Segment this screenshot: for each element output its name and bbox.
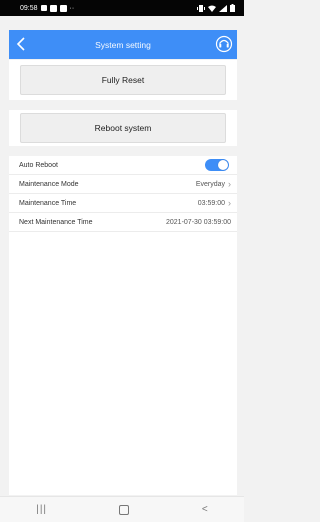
maintenance-time-value: 03:59:00: [197, 199, 225, 207]
back-arrow-icon[interactable]: [14, 35, 28, 53]
chevron-right-icon: ›: [228, 178, 231, 189]
maintenance-mode-value-wrap: Everyday ›: [195, 178, 231, 189]
toggle-knob: [218, 160, 228, 170]
back-nav-icon[interactable]: <: [202, 504, 208, 515]
app-notification-icon: [49, 4, 57, 12]
status-bar-left: 09:58 ··: [20, 4, 75, 12]
status-bar: 09:58 ··: [0, 0, 244, 16]
maintenance-time-label: Maintenance Time: [19, 199, 77, 207]
page-title: System setting: [95, 39, 151, 50]
auto-reboot-row: Auto Reboot: [9, 156, 237, 175]
maintenance-mode-value: Everyday: [195, 180, 225, 188]
maintenance-time-value-wrap: 03:59:00 ›: [197, 197, 231, 208]
battery-icon: [230, 4, 235, 12]
vibrate-icon: [197, 4, 205, 12]
maintenance-time-row[interactable]: Maintenance Time 03:59:00 ›: [9, 194, 237, 213]
reboot-system-button[interactable]: Reboot system: [20, 113, 226, 143]
reboot-panel: Reboot system: [9, 110, 237, 146]
maintenance-mode-row[interactable]: Maintenance Mode Everyday ›: [9, 175, 237, 194]
fully-reset-button[interactable]: Fully Reset: [20, 65, 226, 95]
next-maintenance-time-row: Next Maintenance Time 2021-07-30 03:59:0…: [9, 213, 237, 232]
app-header: System setting: [9, 30, 237, 59]
gallery-notification-icon: [40, 5, 47, 11]
home-icon[interactable]: [119, 504, 130, 515]
signal-icon: [219, 4, 227, 12]
recent-apps-icon[interactable]: |||: [36, 504, 47, 515]
status-time: 09:58: [20, 4, 38, 12]
status-bar-right: [197, 4, 235, 12]
maintenance-mode-label: Maintenance Mode: [19, 180, 79, 188]
auto-reboot-toggle[interactable]: [205, 159, 229, 171]
next-maintenance-time-label: Next Maintenance Time: [19, 218, 93, 226]
fully-reset-panel: Fully Reset: [9, 60, 237, 100]
chevron-right-icon: ›: [228, 197, 231, 208]
customer-support-icon[interactable]: [215, 35, 233, 53]
next-maintenance-time-value: 2021-07-30 03:59:00: [166, 218, 231, 226]
system-nav-bar: ||| <: [0, 496, 244, 522]
wifi-icon: [208, 5, 216, 12]
app-notification-icon-2: [59, 4, 67, 12]
more-notifications-icon: ··: [69, 4, 75, 12]
auto-reboot-label: Auto Reboot: [19, 161, 58, 169]
settings-list: Auto Reboot Maintenance Mode Everyday › …: [9, 156, 237, 495]
